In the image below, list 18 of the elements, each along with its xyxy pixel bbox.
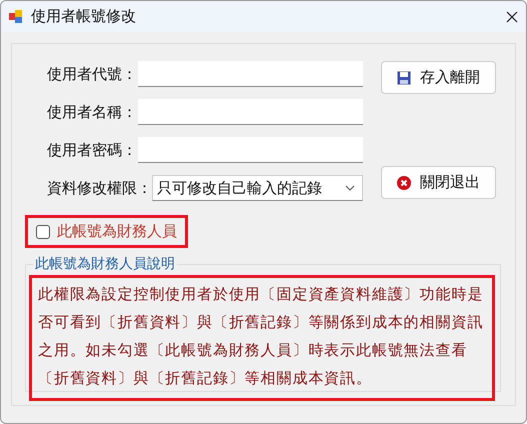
- group-title: 此帳號為財務人員說明: [33, 255, 177, 273]
- field-label: 使用者代號：: [47, 64, 137, 84]
- window-title: 使用者帳號修改: [31, 7, 137, 26]
- chevron-down-icon: [345, 185, 355, 191]
- input-field[interactable]: [138, 99, 363, 125]
- input-field[interactable]: [138, 61, 363, 87]
- note-text: 此權限為設定控制使用者於使用〔固定資產資料維護〕功能時是否可看到〔折舊資料〕與〔折舊記錄〕等關係到成本的相關資訊之用。如未勾選〔此帳號為財務人員〕時表示此帳號無法查看〔折舊資料〕與〔折舊記錄〕等相關成本資訊。: [29, 275, 495, 401]
- permission-dropdown[interactable]: 只可修改自己輸入的記錄: [152, 175, 363, 201]
- app-icon: [9, 10, 23, 23]
- close-icon: [397, 176, 411, 190]
- close-icon[interactable]: [506, 10, 518, 22]
- finance-checkbox[interactable]: 此帳號為財務人員: [36, 222, 177, 241]
- field-label: 資料修改權限：: [47, 178, 152, 198]
- field-label: 使用者名稱：: [47, 102, 137, 122]
- save-button[interactable]: 存入離開: [381, 61, 496, 94]
- close-button[interactable]: 關閉退出: [381, 166, 496, 199]
- field-label: 使用者密碼：: [47, 140, 137, 160]
- input-field[interactable]: [138, 137, 363, 163]
